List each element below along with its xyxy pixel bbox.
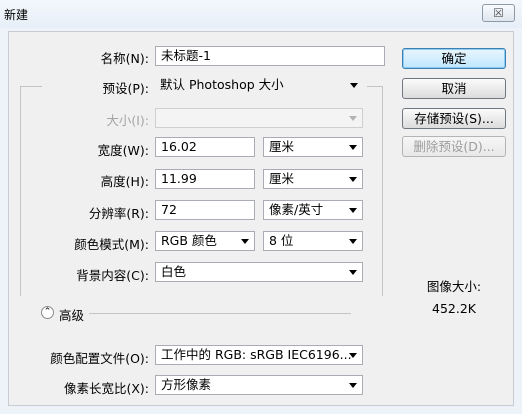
name-label: 名称(N): (100, 51, 149, 66)
color-profile-label: 颜色配置文件(O): (50, 351, 149, 366)
bit-depth-select[interactable]: 8 位 (263, 231, 363, 251)
color-mode-select[interactable]: RGB 颜色 (155, 231, 255, 251)
delete-preset-button[interactable]: 删除预设(D)... (402, 136, 506, 157)
background-label: 背景内容(C): (76, 268, 149, 283)
chevron-down-icon (349, 145, 357, 150)
chevron-down-icon (349, 116, 357, 121)
color-mode-value: RGB 颜色 (161, 233, 217, 248)
close-icon: ☒ (493, 6, 504, 20)
background-value: 白色 (161, 264, 187, 279)
resolution-label: 分辨率(R): (88, 206, 149, 221)
chevron-down-icon (349, 270, 357, 275)
height-value: 11.99 (161, 171, 197, 186)
close-button[interactable]: ☒ (482, 4, 515, 22)
preset-value: 默认 Photoshop 大小 (160, 77, 284, 92)
name-value: 未标题-1 (161, 48, 211, 63)
cancel-button[interactable]: 取消 (402, 78, 506, 99)
preset-group-line-left (20, 86, 42, 87)
pixel-aspect-value: 方形像素 (161, 377, 212, 392)
image-size-label: 图像大小: (426, 279, 482, 294)
save-preset-button[interactable]: 存储预设(S)... (402, 108, 506, 129)
color-mode-label: 颜色模式(M): (74, 237, 149, 252)
advanced-divider (89, 313, 351, 314)
new-document-dialog: 新建 ☒ 名称(N): 未标题-1 预设(P): 默认 Photoshop 大小… (0, 0, 522, 414)
width-unit: 厘米 (269, 139, 295, 154)
resolution-unit: 像素/英寸 (269, 202, 324, 217)
image-size-value: 452.2K (432, 301, 476, 316)
width-value: 16.02 (161, 139, 197, 154)
color-profile-select[interactable]: 工作中的 RGB: sRGB IEC6196... (155, 345, 363, 365)
chevron-down-icon (349, 353, 357, 358)
height-unit: 厘米 (269, 171, 295, 186)
ok-button[interactable]: 确定 (402, 48, 506, 69)
preset-group-line-right (367, 86, 382, 87)
color-profile-value: 工作中的 RGB: sRGB IEC6196... (161, 347, 352, 362)
width-unit-select[interactable]: 厘米 (263, 137, 363, 157)
advanced-label: 高级 (59, 308, 85, 323)
title-bar: 新建 ☒ (0, 0, 522, 28)
resolution-input[interactable]: 72 (155, 200, 255, 220)
bit-depth-value: 8 位 (269, 233, 294, 248)
chevron-down-icon (349, 383, 357, 388)
preset-group-border-left (20, 86, 21, 296)
collapse-icon: ⌃ (43, 307, 52, 317)
height-input[interactable]: 11.99 (155, 169, 255, 189)
background-select[interactable]: 白色 (155, 262, 363, 282)
preset-group-border-right (382, 86, 383, 296)
dialog-title: 新建 (4, 8, 29, 22)
dialog-body: 名称(N): 未标题-1 预设(P): 默认 Photoshop 大小 大小(I… (8, 31, 514, 406)
chevron-down-icon (350, 83, 358, 88)
width-label: 宽度(W): (97, 143, 149, 158)
chevron-down-icon (349, 177, 357, 182)
pixel-aspect-label: 像素长宽比(X): (63, 381, 149, 396)
name-input[interactable]: 未标题-1 (155, 46, 385, 66)
size-select[interactable] (155, 108, 363, 128)
pixel-aspect-select[interactable]: 方形像素 (155, 375, 363, 395)
preset-select[interactable]: 默认 Photoshop 大小 (155, 76, 363, 96)
height-label: 高度(H): (100, 174, 149, 189)
chevron-down-icon (349, 239, 357, 244)
resolution-unit-select[interactable]: 像素/英寸 (263, 200, 363, 220)
size-label: 大小(I): (106, 113, 149, 128)
advanced-toggle[interactable]: ⌃ (41, 306, 54, 319)
height-unit-select[interactable]: 厘米 (263, 169, 363, 189)
resolution-value: 72 (161, 202, 177, 217)
chevron-down-icon (349, 208, 357, 213)
preset-label: 预设(P): (102, 81, 149, 96)
width-input[interactable]: 16.02 (155, 137, 255, 157)
chevron-down-icon (241, 239, 249, 244)
